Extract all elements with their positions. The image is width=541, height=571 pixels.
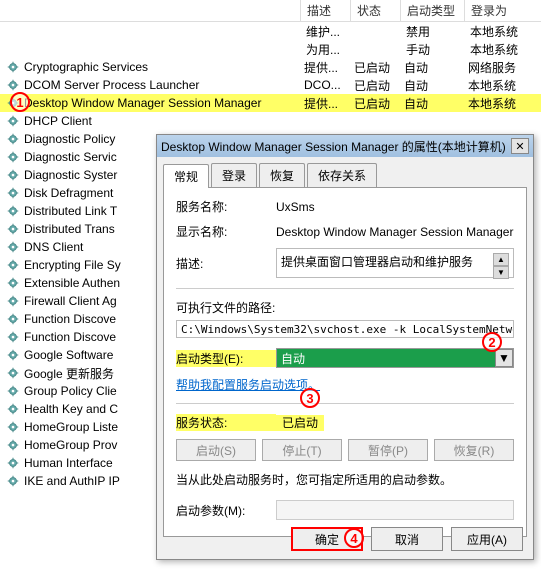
tab-dependencies[interactable]: 依存关系 — [307, 163, 377, 187]
tab-strip: 常规 登录 恢复 依存关系 — [163, 163, 527, 187]
close-button[interactable]: ✕ — [511, 138, 529, 154]
start-button[interactable]: 启动(S) — [176, 439, 256, 461]
stop-button[interactable]: 停止(T) — [262, 439, 342, 461]
service-gear-icon — [6, 312, 20, 326]
col-startup-type[interactable]: 启动类型 — [400, 0, 464, 21]
service-gear-icon — [6, 114, 20, 128]
cell-startup: 自动 — [398, 77, 462, 94]
service-row[interactable]: Desktop Window Manager Session Manager提供… — [0, 94, 541, 112]
cell-status: 已启动 — [348, 95, 398, 112]
value-startup-type: 自动 — [277, 350, 495, 367]
service-row-filler[interactable]: 为用... 手动本地系统 — [0, 40, 541, 58]
label-start-params: 启动参数(M): — [176, 502, 276, 519]
annotation-marker-2: 2 — [482, 332, 502, 352]
startup-type-combo[interactable]: 自动 ▼ — [276, 348, 514, 368]
value-description: 提供桌面窗口管理器启动和维护服务 — [281, 253, 493, 270]
service-gear-icon — [6, 474, 20, 488]
column-headers: 描述 状态 启动类型 登录为 — [0, 0, 541, 22]
service-gear-icon — [6, 420, 20, 434]
start-params-hint: 当从此处启动服务时，您可指定所适用的启动参数。 — [176, 471, 514, 488]
service-gear-icon — [6, 150, 20, 164]
tab-recovery[interactable]: 恢复 — [259, 163, 305, 187]
cell-startup: 手动 — [400, 41, 464, 58]
cell-startup: 自动 — [398, 95, 462, 112]
cell-name: DHCP Client — [24, 114, 298, 128]
pause-button[interactable]: 暂停(P) — [348, 439, 428, 461]
cell-login: 本地系统 — [464, 41, 536, 58]
service-gear-icon — [6, 384, 20, 398]
service-gear-icon — [6, 240, 20, 254]
cell-name: DCOM Server Process Launcher — [24, 78, 298, 92]
desc-scroll-down[interactable]: ▼ — [493, 266, 509, 279]
annotation-marker-1: 1 — [10, 92, 30, 112]
service-gear-icon — [6, 456, 20, 470]
cell-startup: 自动 — [398, 59, 462, 76]
service-row-filler[interactable]: 维护... 禁用本地系统 — [0, 22, 541, 40]
cell-login: 本地系统 — [462, 77, 534, 94]
service-gear-icon — [6, 132, 20, 146]
service-row[interactable]: DCOM Server Process LauncherDCO...已启动自动本… — [0, 76, 541, 94]
annotation-marker-3: 3 — [300, 388, 320, 408]
annotation-marker-4: 4 — [344, 528, 364, 548]
resume-button[interactable]: 恢复(R) — [434, 439, 514, 461]
service-row[interactable]: DHCP Client — [0, 112, 541, 130]
value-display-name: Desktop Window Manager Session Manager — [276, 225, 514, 239]
description-box: 提供桌面窗口管理器启动和维护服务 ▲ ▼ — [276, 248, 514, 278]
label-display-name: 显示名称: — [176, 223, 276, 240]
cell-desc: 提供... — [298, 95, 348, 112]
service-gear-icon — [6, 222, 20, 236]
tab-logon[interactable]: 登录 — [211, 163, 257, 187]
help-link[interactable]: 帮助我配置服务启动选项。 — [176, 378, 320, 392]
cell-status: 已启动 — [348, 77, 398, 94]
service-gear-icon — [6, 330, 20, 344]
label-startup-type: 启动类型(E): — [176, 350, 276, 367]
properties-dialog: Desktop Window Manager Session Manager 的… — [156, 134, 534, 560]
service-gear-icon — [6, 438, 20, 452]
dialog-titlebar[interactable]: Desktop Window Manager Session Manager 的… — [157, 135, 533, 157]
cell-desc: 提供... — [298, 59, 348, 76]
label-description: 描述: — [176, 255, 276, 272]
service-gear-icon — [6, 294, 20, 308]
tab-general[interactable]: 常规 — [163, 164, 209, 188]
label-service-status: 服务状态: — [176, 414, 276, 431]
col-login-as[interactable]: 登录为 — [464, 0, 536, 21]
service-gear-icon — [6, 348, 20, 362]
cell-status: 已启动 — [348, 59, 398, 76]
value-service-status: 已启动 — [276, 415, 324, 431]
cell-startup: 禁用 — [400, 23, 464, 40]
service-gear-icon — [6, 60, 20, 74]
label-exe-path: 可执行文件的路径: — [176, 299, 514, 316]
label-service-name: 服务名称: — [176, 198, 276, 215]
value-service-name: UxSms — [276, 200, 514, 214]
cell-login: 本地系统 — [464, 23, 536, 40]
combo-dropdown-button[interactable]: ▼ — [495, 349, 513, 367]
service-gear-icon — [6, 366, 20, 380]
col-status[interactable]: 状态 — [350, 0, 400, 21]
service-gear-icon — [6, 168, 20, 182]
start-params-input — [276, 500, 514, 520]
service-gear-icon — [6, 204, 20, 218]
value-exe-path: C:\Windows\System32\svchost.exe -k Local… — [176, 320, 514, 338]
cancel-button[interactable]: 取消 — [371, 527, 443, 551]
service-row[interactable]: Cryptographic Services提供...已启动自动网络服务 — [0, 58, 541, 76]
cell-desc: 维护... — [300, 23, 350, 40]
service-gear-icon — [6, 186, 20, 200]
cell-name: Cryptographic Services — [24, 60, 298, 74]
desc-scroll-up[interactable]: ▲ — [493, 253, 509, 266]
tab-body-general: 服务名称: UxSms 显示名称: Desktop Window Manager… — [163, 187, 527, 537]
service-gear-icon — [6, 276, 20, 290]
service-gear-icon — [6, 78, 20, 92]
cell-desc: 为用... — [300, 41, 350, 58]
cell-desc: DCO... — [298, 78, 348, 92]
cell-login: 本地系统 — [462, 95, 534, 112]
cell-login: 网络服务 — [462, 59, 534, 76]
dialog-title: Desktop Window Manager Session Manager 的… — [161, 138, 511, 155]
cell-name: Desktop Window Manager Session Manager — [24, 96, 298, 110]
service-gear-icon — [6, 402, 20, 416]
col-description[interactable]: 描述 — [300, 0, 350, 21]
service-gear-icon — [6, 258, 20, 272]
apply-button[interactable]: 应用(A) — [451, 527, 523, 551]
